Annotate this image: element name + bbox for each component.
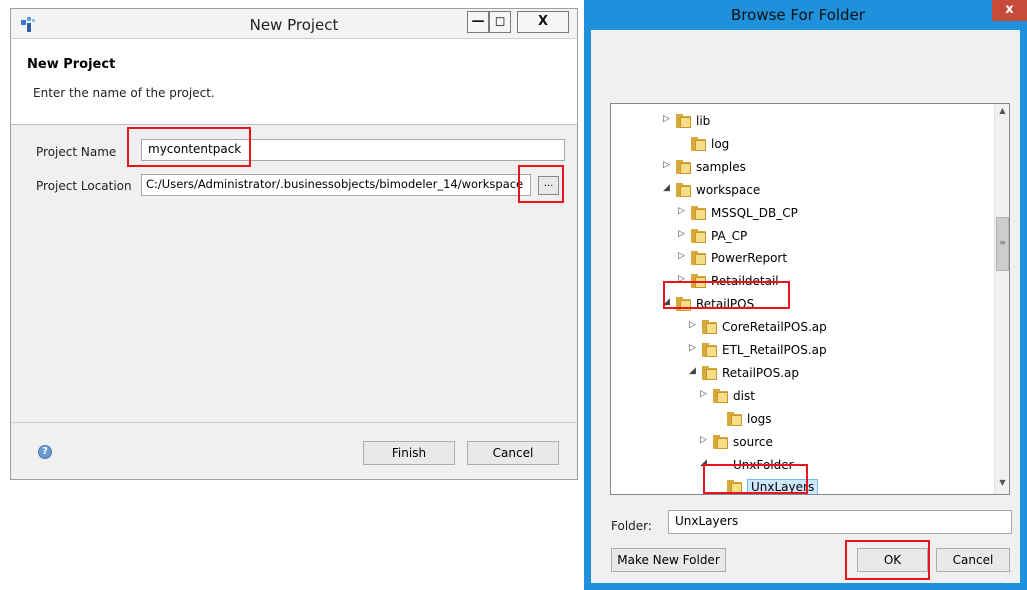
tree-item-label: dist: [733, 388, 755, 403]
project-location-input[interactable]: C:/Users/Administrator/.businessobjects/…: [141, 174, 531, 196]
cancel-button[interactable]: Cancel: [936, 548, 1010, 572]
expand-icon[interactable]: ▷: [678, 251, 688, 261]
tree-item-label: lib: [696, 114, 711, 128]
tree-item-label: workspace: [696, 182, 761, 197]
help-icon[interactable]: ?: [38, 445, 52, 459]
tree-item-label: ETL_RetailPOS.ap: [722, 343, 827, 357]
tree-item-etl-retailpos-ap[interactable]: ▷ ETL_RetailPOS.ap: [611, 339, 994, 362]
browse-folder-dialog: Browse For Folder x ▷ lib log ▷ samples ◢ work…: [584, 0, 1027, 590]
tree-item-powerreport[interactable]: ▷ PowerReport: [611, 247, 994, 270]
folder-icon: [691, 251, 706, 266]
expand-icon[interactable]: ▷: [663, 160, 673, 170]
tree-item-label: MSSQL_DB_CP: [711, 205, 798, 220]
close-button[interactable]: X: [517, 11, 569, 33]
new-project-window: New Project — ◻ X New Project Enter the …: [10, 8, 578, 480]
tree-item-samples[interactable]: ▷ samples: [611, 156, 994, 179]
tree-item-label: PA_CP: [711, 228, 748, 243]
page-description: Enter the name of the project.: [33, 86, 215, 100]
tree-item-lib[interactable]: ▷ lib: [611, 110, 994, 133]
scroll-down-icon[interactable]: ▼: [997, 478, 1008, 490]
maximize-button[interactable]: ◻: [489, 11, 511, 33]
collapse-icon[interactable]: ◢: [663, 183, 673, 193]
dialog-title: Browse For Folder: [731, 6, 865, 24]
folder-icon: [713, 388, 728, 403]
highlight-browse-button: [518, 165, 564, 203]
expand-icon[interactable]: ▷: [700, 389, 710, 399]
folder-icon: [676, 159, 691, 174]
folder-icon: [713, 434, 728, 449]
minimize-button[interactable]: —: [467, 11, 489, 33]
tree-item-log[interactable]: log: [611, 133, 994, 156]
folder-icon: [702, 343, 717, 357]
tree-item-pa-cp[interactable]: ▷ PA_CP: [611, 225, 994, 248]
folder-icon: [702, 320, 717, 335]
tree-item-label: samples: [696, 159, 746, 174]
browse-folder-titlebar[interactable]: Browse For Folder x: [584, 0, 1027, 30]
highlight-unxlayers: [703, 464, 808, 494]
tree-item-label: PowerReport: [711, 251, 788, 266]
expand-icon[interactable]: ▷: [663, 114, 673, 124]
vertical-scrollbar[interactable]: ▲ ≡ ▼: [994, 104, 1009, 494]
footer-divider: [11, 422, 577, 423]
expand-icon[interactable]: ▷: [678, 206, 688, 216]
tree-item-label: CoreRetailPOS.ap: [722, 320, 827, 335]
close-button[interactable]: x: [992, 0, 1027, 21]
page-title: New Project: [27, 57, 116, 72]
project-location-label: Project Location: [36, 179, 132, 193]
tree-item-retailpos-ap[interactable]: ◢ RetailPOS.ap: [611, 362, 994, 385]
collapse-icon[interactable]: ◢: [689, 366, 699, 376]
tree-item-dist[interactable]: ▷ dist: [611, 385, 994, 408]
expand-icon[interactable]: ▷: [678, 229, 688, 239]
cancel-button[interactable]: Cancel: [467, 441, 559, 465]
tree-item-label: logs: [747, 411, 772, 426]
folder-icon: [691, 205, 706, 220]
expand-icon[interactable]: ▷: [689, 320, 699, 330]
tree-item-coreretailpos-ap[interactable]: ▷ CoreRetailPOS.ap: [611, 316, 994, 339]
tree-item-label: source: [733, 434, 773, 449]
folder-input[interactable]: UnxLayers: [668, 510, 1012, 534]
wizard-header: New Project Enter the name of the projec…: [11, 39, 577, 125]
tree-item-label: RetailPOS.ap: [722, 365, 799, 380]
resize-grip-icon[interactable]: ⋰: [1005, 569, 1017, 581]
tree-item-label: log: [711, 136, 730, 151]
tree-item-mssql-db-cp[interactable]: ▷ MSSQL_DB_CP: [611, 202, 994, 225]
folder-icon: [702, 365, 717, 380]
highlight-ok-button: [845, 540, 930, 580]
folder-icon: [691, 228, 706, 243]
new-project-titlebar[interactable]: New Project — ◻ X: [11, 9, 577, 39]
expand-icon[interactable]: ▷: [689, 343, 699, 353]
highlight-project-name: [127, 127, 251, 167]
tree-item-workspace[interactable]: ◢ workspace: [611, 179, 994, 202]
expand-icon[interactable]: ▷: [700, 435, 710, 445]
project-name-label: Project Name: [36, 145, 117, 159]
scroll-up-icon[interactable]: ▲: [997, 106, 1008, 118]
folder-icon: [691, 136, 706, 151]
folder-label: Folder:: [611, 519, 652, 533]
highlight-retailpos: [663, 281, 790, 309]
folder-icon: [676, 182, 691, 197]
folder-icon: [676, 114, 691, 128]
dialog-body: ▷ lib log ▷ samples ◢ workspace ▷ MSSQL_DB_CP ▷ PA…: [591, 30, 1020, 583]
scroll-thumb[interactable]: ≡: [996, 217, 1009, 271]
tree-item-source[interactable]: ▷ source: [611, 431, 994, 454]
tree-item-logs[interactable]: logs: [611, 408, 994, 431]
make-new-folder-button[interactable]: Make New Folder: [611, 548, 726, 572]
folder-icon: [727, 411, 742, 426]
finish-button[interactable]: Finish: [363, 441, 455, 465]
